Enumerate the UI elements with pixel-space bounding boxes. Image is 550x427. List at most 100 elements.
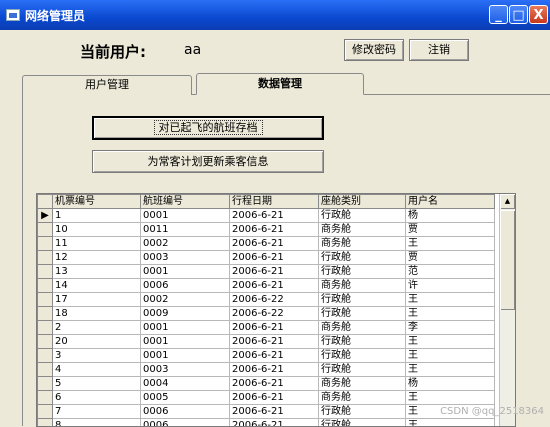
row-selector[interactable] <box>38 237 53 251</box>
table-cell[interactable]: 行政舱 <box>319 307 406 321</box>
table-row[interactable]: 700062006-6-21行政舱王 <box>38 405 495 419</box>
table-cell[interactable]: 17 <box>53 293 141 307</box>
table-cell[interactable]: 杨 <box>406 209 495 223</box>
table-cell[interactable]: 0001 <box>141 335 230 349</box>
table-cell[interactable]: 商务舱 <box>319 237 406 251</box>
table-cell[interactable]: 王 <box>406 335 495 349</box>
table-cell[interactable]: 2006-6-21 <box>230 321 319 335</box>
table-cell[interactable]: 行政舱 <box>319 209 406 223</box>
logout-button[interactable]: 注销 <box>409 39 469 61</box>
table-cell[interactable]: 贾 <box>406 251 495 265</box>
table-row[interactable]: 1300012006-6-21行政舱范 <box>38 265 495 279</box>
table-row[interactable]: ▶100012006-6-21行政舱杨 <box>38 209 495 223</box>
row-selector[interactable] <box>38 307 53 321</box>
table-cell[interactable]: 行政舱 <box>319 335 406 349</box>
row-selector[interactable] <box>38 223 53 237</box>
row-selector[interactable] <box>38 251 53 265</box>
table-row[interactable]: 800062006-6-21行政舱王 <box>38 419 495 427</box>
row-selector[interactable] <box>38 321 53 335</box>
table-cell[interactable]: 11 <box>53 237 141 251</box>
scroll-up-icon[interactable]: ▲ <box>500 194 515 209</box>
row-selector[interactable] <box>38 349 53 363</box>
table-cell[interactable]: 0006 <box>141 405 230 419</box>
table-cell[interactable]: 2006-6-21 <box>230 391 319 405</box>
table-cell[interactable]: 3 <box>53 349 141 363</box>
archive-flights-button[interactable]: 对已起飞的航班存档 <box>92 116 324 140</box>
maximize-button[interactable]: □ <box>509 5 528 24</box>
table-cell[interactable]: 12 <box>53 251 141 265</box>
table-cell[interactable]: 0001 <box>141 265 230 279</box>
row-selector[interactable] <box>38 363 53 377</box>
table-cell[interactable]: 2006-6-21 <box>230 405 319 419</box>
table-cell[interactable]: 行政舱 <box>319 349 406 363</box>
table-cell[interactable]: 2 <box>53 321 141 335</box>
row-selector[interactable] <box>38 391 53 405</box>
table-cell[interactable]: 10 <box>53 223 141 237</box>
table-cell[interactable]: 王 <box>406 349 495 363</box>
table-cell[interactable]: 2006-6-21 <box>230 377 319 391</box>
table-cell[interactable]: 2006-6-21 <box>230 265 319 279</box>
table-cell[interactable]: 0011 <box>141 223 230 237</box>
table-cell[interactable]: 0004 <box>141 377 230 391</box>
row-selector[interactable] <box>38 419 53 427</box>
table-cell[interactable]: 行政舱 <box>319 419 406 427</box>
table-row[interactable]: 1400062006-6-21商务舱许 <box>38 279 495 293</box>
table-cell[interactable]: 行政舱 <box>319 293 406 307</box>
table-row[interactable]: 1200032006-6-21行政舱贾 <box>38 251 495 265</box>
table-cell[interactable]: 20 <box>53 335 141 349</box>
row-selector[interactable] <box>38 335 53 349</box>
row-selector[interactable] <box>38 377 53 391</box>
table-row[interactable]: 1100022006-6-21商务舱王 <box>38 237 495 251</box>
table-cell[interactable]: 0002 <box>141 237 230 251</box>
column-header[interactable]: 机票编号 <box>53 195 141 209</box>
table-cell[interactable]: 2006-6-21 <box>230 251 319 265</box>
table-cell[interactable]: 李 <box>406 321 495 335</box>
table-cell[interactable]: 2006-6-22 <box>230 307 319 321</box>
table-cell[interactable]: 4 <box>53 363 141 377</box>
change-password-button[interactable]: 修改密码 <box>344 39 404 61</box>
scroll-thumb[interactable] <box>500 210 515 310</box>
table-cell[interactable]: 范 <box>406 265 495 279</box>
table-row[interactable]: 400032006-6-21行政舱王 <box>38 363 495 377</box>
table-row[interactable]: 200012006-6-21商务舱李 <box>38 321 495 335</box>
table-cell[interactable]: 2006-6-21 <box>230 335 319 349</box>
table-cell[interactable]: 2006-6-21 <box>230 349 319 363</box>
table-cell[interactable]: 2006-6-21 <box>230 223 319 237</box>
table-cell[interactable]: 0001 <box>141 349 230 363</box>
table-cell[interactable]: 0009 <box>141 307 230 321</box>
table-row[interactable]: 600052006-6-21商务舱王 <box>38 391 495 405</box>
title-bar[interactable]: 网络管理员 _ □ X <box>0 0 550 30</box>
row-selector[interactable] <box>38 265 53 279</box>
table-cell[interactable]: 5 <box>53 377 141 391</box>
table-row[interactable]: 1800092006-6-22行政舱王 <box>38 307 495 321</box>
table-cell[interactable]: 王 <box>406 237 495 251</box>
table-cell[interactable]: 商务舱 <box>319 377 406 391</box>
column-header[interactable]: 行程日期 <box>230 195 319 209</box>
column-header[interactable]: 座舱类别 <box>319 195 406 209</box>
update-frequent-flyer-button[interactable]: 为常客计划更新乘客信息 <box>92 150 324 173</box>
table-cell[interactable]: 贾 <box>406 223 495 237</box>
column-header[interactable]: 航班编号 <box>141 195 230 209</box>
row-selector[interactable] <box>38 279 53 293</box>
table-cell[interactable]: 商务舱 <box>319 391 406 405</box>
column-header[interactable]: 用户名 <box>406 195 495 209</box>
table-row[interactable]: 1700022006-6-22行政舱王 <box>38 293 495 307</box>
table-cell[interactable]: 18 <box>53 307 141 321</box>
tickets-grid[interactable]: 机票编号 航班编号 行程日期 座舱类别 用户名 ▶100012006-6-21行… <box>36 193 516 427</box>
row-selector[interactable] <box>38 405 53 419</box>
table-cell[interactable]: 2006-6-21 <box>230 209 319 223</box>
tab-data-management[interactable]: 数据管理 <box>196 73 364 95</box>
table-cell[interactable]: 7 <box>53 405 141 419</box>
table-cell[interactable]: 行政舱 <box>319 405 406 419</box>
table-cell[interactable]: 王 <box>406 391 495 405</box>
table-cell[interactable]: 行政舱 <box>319 251 406 265</box>
table-cell[interactable]: 行政舱 <box>319 363 406 377</box>
table-cell[interactable]: 6 <box>53 391 141 405</box>
table-cell[interactable]: 王 <box>406 363 495 377</box>
table-cell[interactable]: 2006-6-22 <box>230 293 319 307</box>
table-cell[interactable]: 许 <box>406 279 495 293</box>
table-row[interactable]: 1000112006-6-21商务舱贾 <box>38 223 495 237</box>
vertical-scrollbar[interactable]: ▲ <box>499 194 515 426</box>
table-row[interactable]: 2000012006-6-21行政舱王 <box>38 335 495 349</box>
row-selector[interactable] <box>38 293 53 307</box>
